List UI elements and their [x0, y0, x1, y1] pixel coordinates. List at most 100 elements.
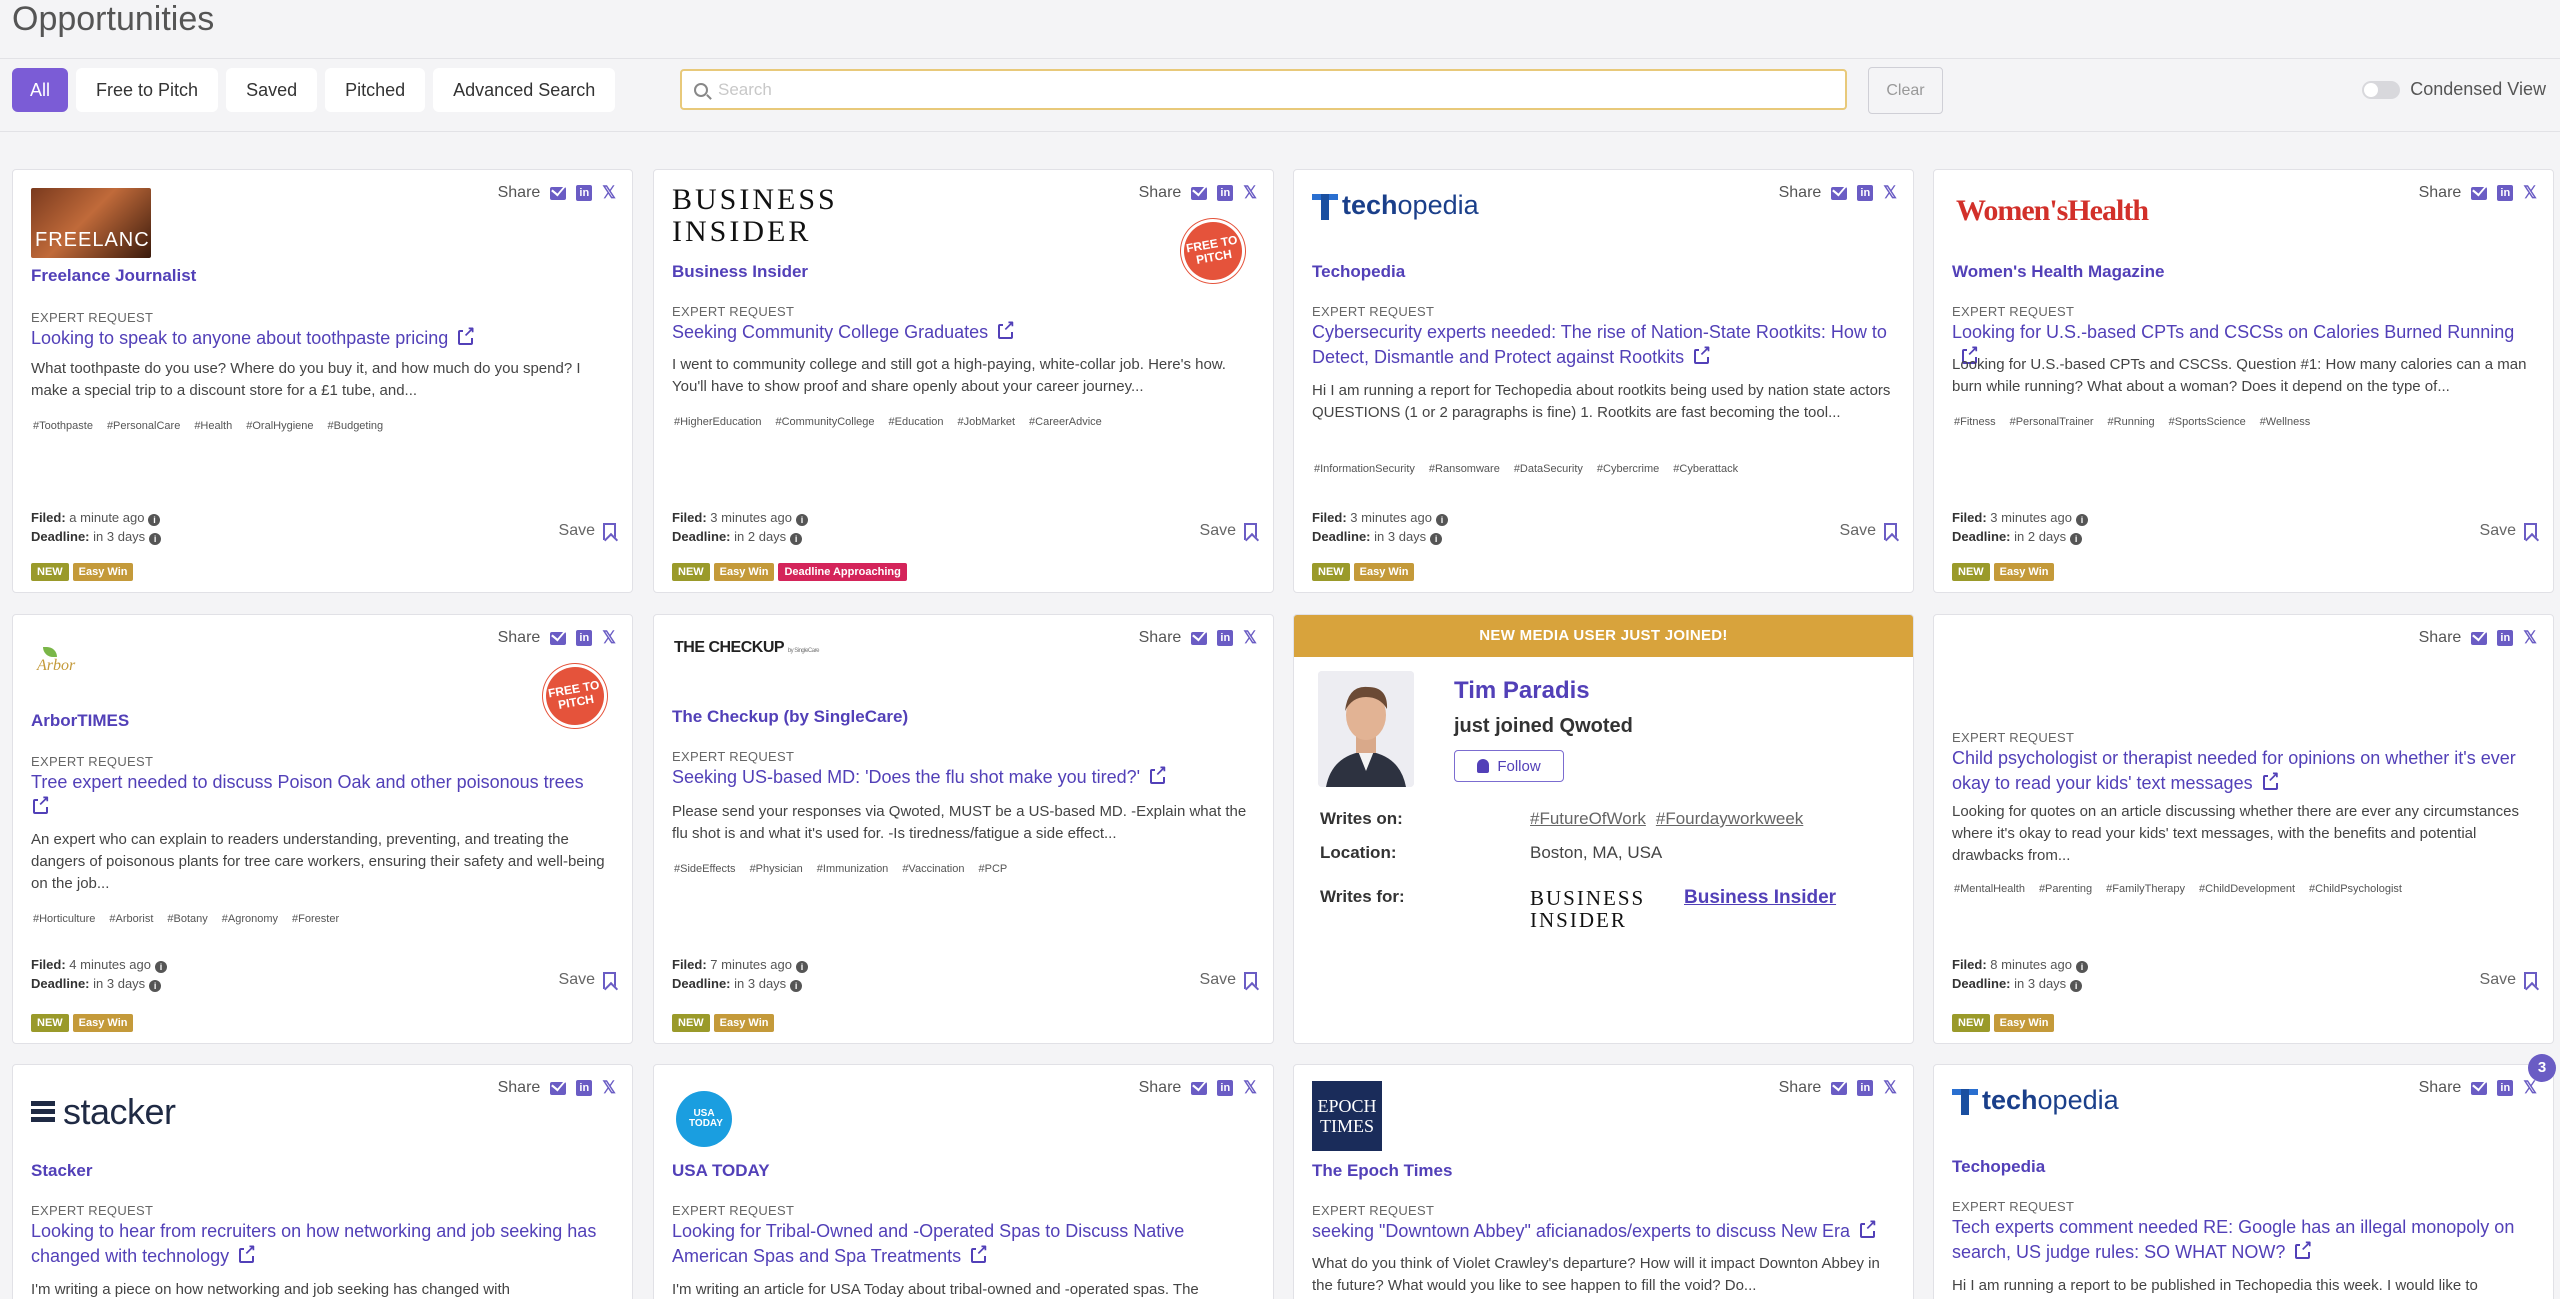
- save-button[interactable]: Save: [2480, 522, 2537, 540]
- outlet-name[interactable]: Techopedia: [1312, 262, 1405, 282]
- tag[interactable]: #CareerAdvice: [1029, 416, 1102, 428]
- outlet-name[interactable]: Women's Health Magazine: [1952, 262, 2165, 282]
- tag[interactable]: #Ransomware: [1429, 463, 1500, 475]
- email-share-icon[interactable]: [2471, 1081, 2488, 1095]
- opportunity-title[interactable]: Tree expert needed to discuss Poison Oak…: [31, 770, 610, 820]
- opportunity-title[interactable]: Seeking US-based MD: 'Does the flu shot …: [672, 763, 1251, 790]
- tag[interactable]: #HigherEducation: [674, 416, 761, 428]
- tag[interactable]: #Agronomy: [222, 913, 278, 925]
- tag[interactable]: #Toothpaste: [33, 420, 93, 432]
- opportunity-card[interactable]: Women'sHealth Share in 𝕏 Women's Health …: [1933, 169, 2554, 593]
- external-link-icon[interactable]: [33, 793, 50, 814]
- tag[interactable]: #JobMarket: [958, 416, 1015, 428]
- tag[interactable]: #Running: [2108, 416, 2155, 428]
- opportunity-card[interactable]: Share in 𝕏 EXPERT REQUEST Child psycholo…: [1933, 614, 2554, 1044]
- opportunity-card[interactable]: techopedia Share in 𝕏 Techopedia EXPERT …: [1293, 169, 1914, 593]
- info-icon[interactable]: i: [790, 533, 803, 545]
- tag[interactable]: #PersonalCare: [107, 420, 180, 432]
- save-button[interactable]: Save: [559, 971, 616, 989]
- email-share-icon[interactable]: [550, 1081, 567, 1095]
- tag[interactable]: #Health: [194, 420, 232, 432]
- tag[interactable]: #Fitness: [1954, 416, 1996, 428]
- topic-link[interactable]: #FutureOfWork: [1530, 809, 1646, 828]
- opportunity-title[interactable]: Cybersecurity experts needed: The rise o…: [1312, 320, 1891, 370]
- tag[interactable]: #Wellness: [2260, 416, 2311, 428]
- x-share-icon[interactable]: 𝕏: [2523, 629, 2537, 646]
- tab-saved[interactable]: Saved: [226, 68, 318, 112]
- tag[interactable]: #MentalHealth: [1954, 883, 2025, 895]
- email-share-icon[interactable]: [1191, 1081, 1208, 1095]
- tag[interactable]: #Physician: [750, 863, 803, 875]
- external-link-icon[interactable]: [1694, 343, 1711, 364]
- external-link-icon[interactable]: [1150, 763, 1167, 784]
- x-share-icon[interactable]: 𝕏: [1243, 629, 1257, 646]
- tag[interactable]: #Botany: [167, 913, 207, 925]
- opportunity-title[interactable]: Seeking Community College Graduates: [672, 318, 1251, 345]
- outlet-name[interactable]: Techopedia: [1952, 1157, 2045, 1177]
- outlet-name[interactable]: Freelance Journalist: [31, 266, 196, 286]
- opportunity-card[interactable]: BUSINESS INSIDER FREE TO PITCH Share in …: [653, 169, 1274, 593]
- tag[interactable]: #Cyberattack: [1673, 463, 1738, 475]
- opportunity-title[interactable]: Looking to speak to anyone about toothpa…: [31, 324, 610, 351]
- x-share-icon[interactable]: 𝕏: [602, 629, 616, 646]
- info-icon[interactable]: i: [149, 533, 162, 545]
- linkedin-share-icon[interactable]: in: [576, 1080, 593, 1096]
- email-share-icon[interactable]: [550, 186, 567, 200]
- tab-advanced-search[interactable]: Advanced Search: [433, 68, 616, 112]
- x-share-icon[interactable]: 𝕏: [602, 1079, 616, 1096]
- linkedin-share-icon[interactable]: in: [1217, 185, 1234, 201]
- email-share-icon[interactable]: [2471, 186, 2488, 200]
- opportunity-title[interactable]: seeking "Downtown Abbey" aficianados/exp…: [1312, 1217, 1891, 1244]
- opportunity-card[interactable]: THE CHECKUP by SingleCare Share in 𝕏 The…: [653, 614, 1274, 1044]
- tag[interactable]: #FamilyTherapy: [2106, 883, 2185, 895]
- info-icon[interactable]: i: [795, 961, 808, 973]
- tag[interactable]: #Horticulture: [33, 913, 95, 925]
- tag[interactable]: #SideEffects: [674, 863, 736, 875]
- external-link-icon[interactable]: [971, 1242, 988, 1263]
- tag[interactable]: #Education: [889, 416, 944, 428]
- opportunity-card[interactable]: FREELANCE Share in 𝕏 Freelance Journalis…: [12, 169, 633, 593]
- email-share-icon[interactable]: [550, 631, 567, 645]
- linkedin-share-icon[interactable]: in: [576, 185, 593, 201]
- info-icon[interactable]: i: [149, 980, 162, 992]
- title-text[interactable]: Cybersecurity experts needed: The rise o…: [1312, 322, 1887, 367]
- title-text[interactable]: Looking for U.S.-based CPTs and CSCSs on…: [1952, 322, 2514, 342]
- opportunity-card[interactable]: stacker Share in 𝕏 Stacker EXPERT REQUES…: [12, 1064, 633, 1299]
- title-text[interactable]: Child psychologist or therapist needed f…: [1952, 748, 2516, 793]
- tag[interactable]: #Vaccination: [902, 863, 964, 875]
- outlet-name[interactable]: USA TODAY: [672, 1161, 770, 1181]
- title-text[interactable]: Seeking Community College Graduates: [672, 322, 988, 342]
- email-share-icon[interactable]: [2471, 631, 2488, 645]
- info-icon[interactable]: i: [148, 514, 161, 526]
- tag[interactable]: #ChildPsychologist: [2309, 883, 2402, 895]
- info-icon[interactable]: i: [2070, 980, 2083, 992]
- tab-free-to-pitch[interactable]: Free to Pitch: [76, 68, 219, 112]
- linkedin-share-icon[interactable]: in: [1217, 630, 1234, 646]
- x-share-icon[interactable]: 𝕏: [1243, 1079, 1257, 1096]
- info-icon[interactable]: i: [795, 514, 808, 526]
- email-share-icon[interactable]: [1831, 186, 1848, 200]
- email-share-icon[interactable]: [1191, 186, 1208, 200]
- opportunity-card[interactable]: Arbor FREE TO PITCH Share in 𝕏 ArborTIME…: [12, 614, 633, 1044]
- title-text[interactable]: Looking to hear from recruiters on how n…: [31, 1221, 596, 1266]
- clear-button[interactable]: Clear: [1868, 67, 1943, 114]
- external-link-icon[interactable]: [458, 324, 476, 345]
- tag[interactable]: #Cybercrime: [1597, 463, 1659, 475]
- tag[interactable]: #PCP: [978, 863, 1007, 875]
- opportunity-title[interactable]: Child psychologist or therapist needed f…: [1952, 746, 2531, 796]
- outlet-name[interactable]: ArborTIMES: [31, 711, 129, 731]
- linkedin-share-icon[interactable]: in: [2497, 630, 2514, 646]
- outlet-name[interactable]: Business Insider: [672, 262, 808, 282]
- search-input[interactable]: [718, 79, 1818, 100]
- info-icon[interactable]: i: [2075, 514, 2088, 526]
- save-button[interactable]: Save: [1200, 522, 1257, 540]
- topic-link[interactable]: #Fourdayworkweek: [1656, 809, 1803, 828]
- tag[interactable]: #Arborist: [109, 913, 153, 925]
- tag[interactable]: #Parenting: [2039, 883, 2092, 895]
- info-icon[interactable]: i: [2070, 533, 2083, 545]
- title-text[interactable]: Tech experts comment needed RE: Google h…: [1952, 1217, 2514, 1262]
- linkedin-share-icon[interactable]: in: [1217, 1080, 1234, 1096]
- x-share-icon[interactable]: 𝕏: [2523, 1079, 2537, 1096]
- linkedin-share-icon[interactable]: in: [1857, 1080, 1874, 1096]
- external-link-icon[interactable]: [1860, 1217, 1877, 1238]
